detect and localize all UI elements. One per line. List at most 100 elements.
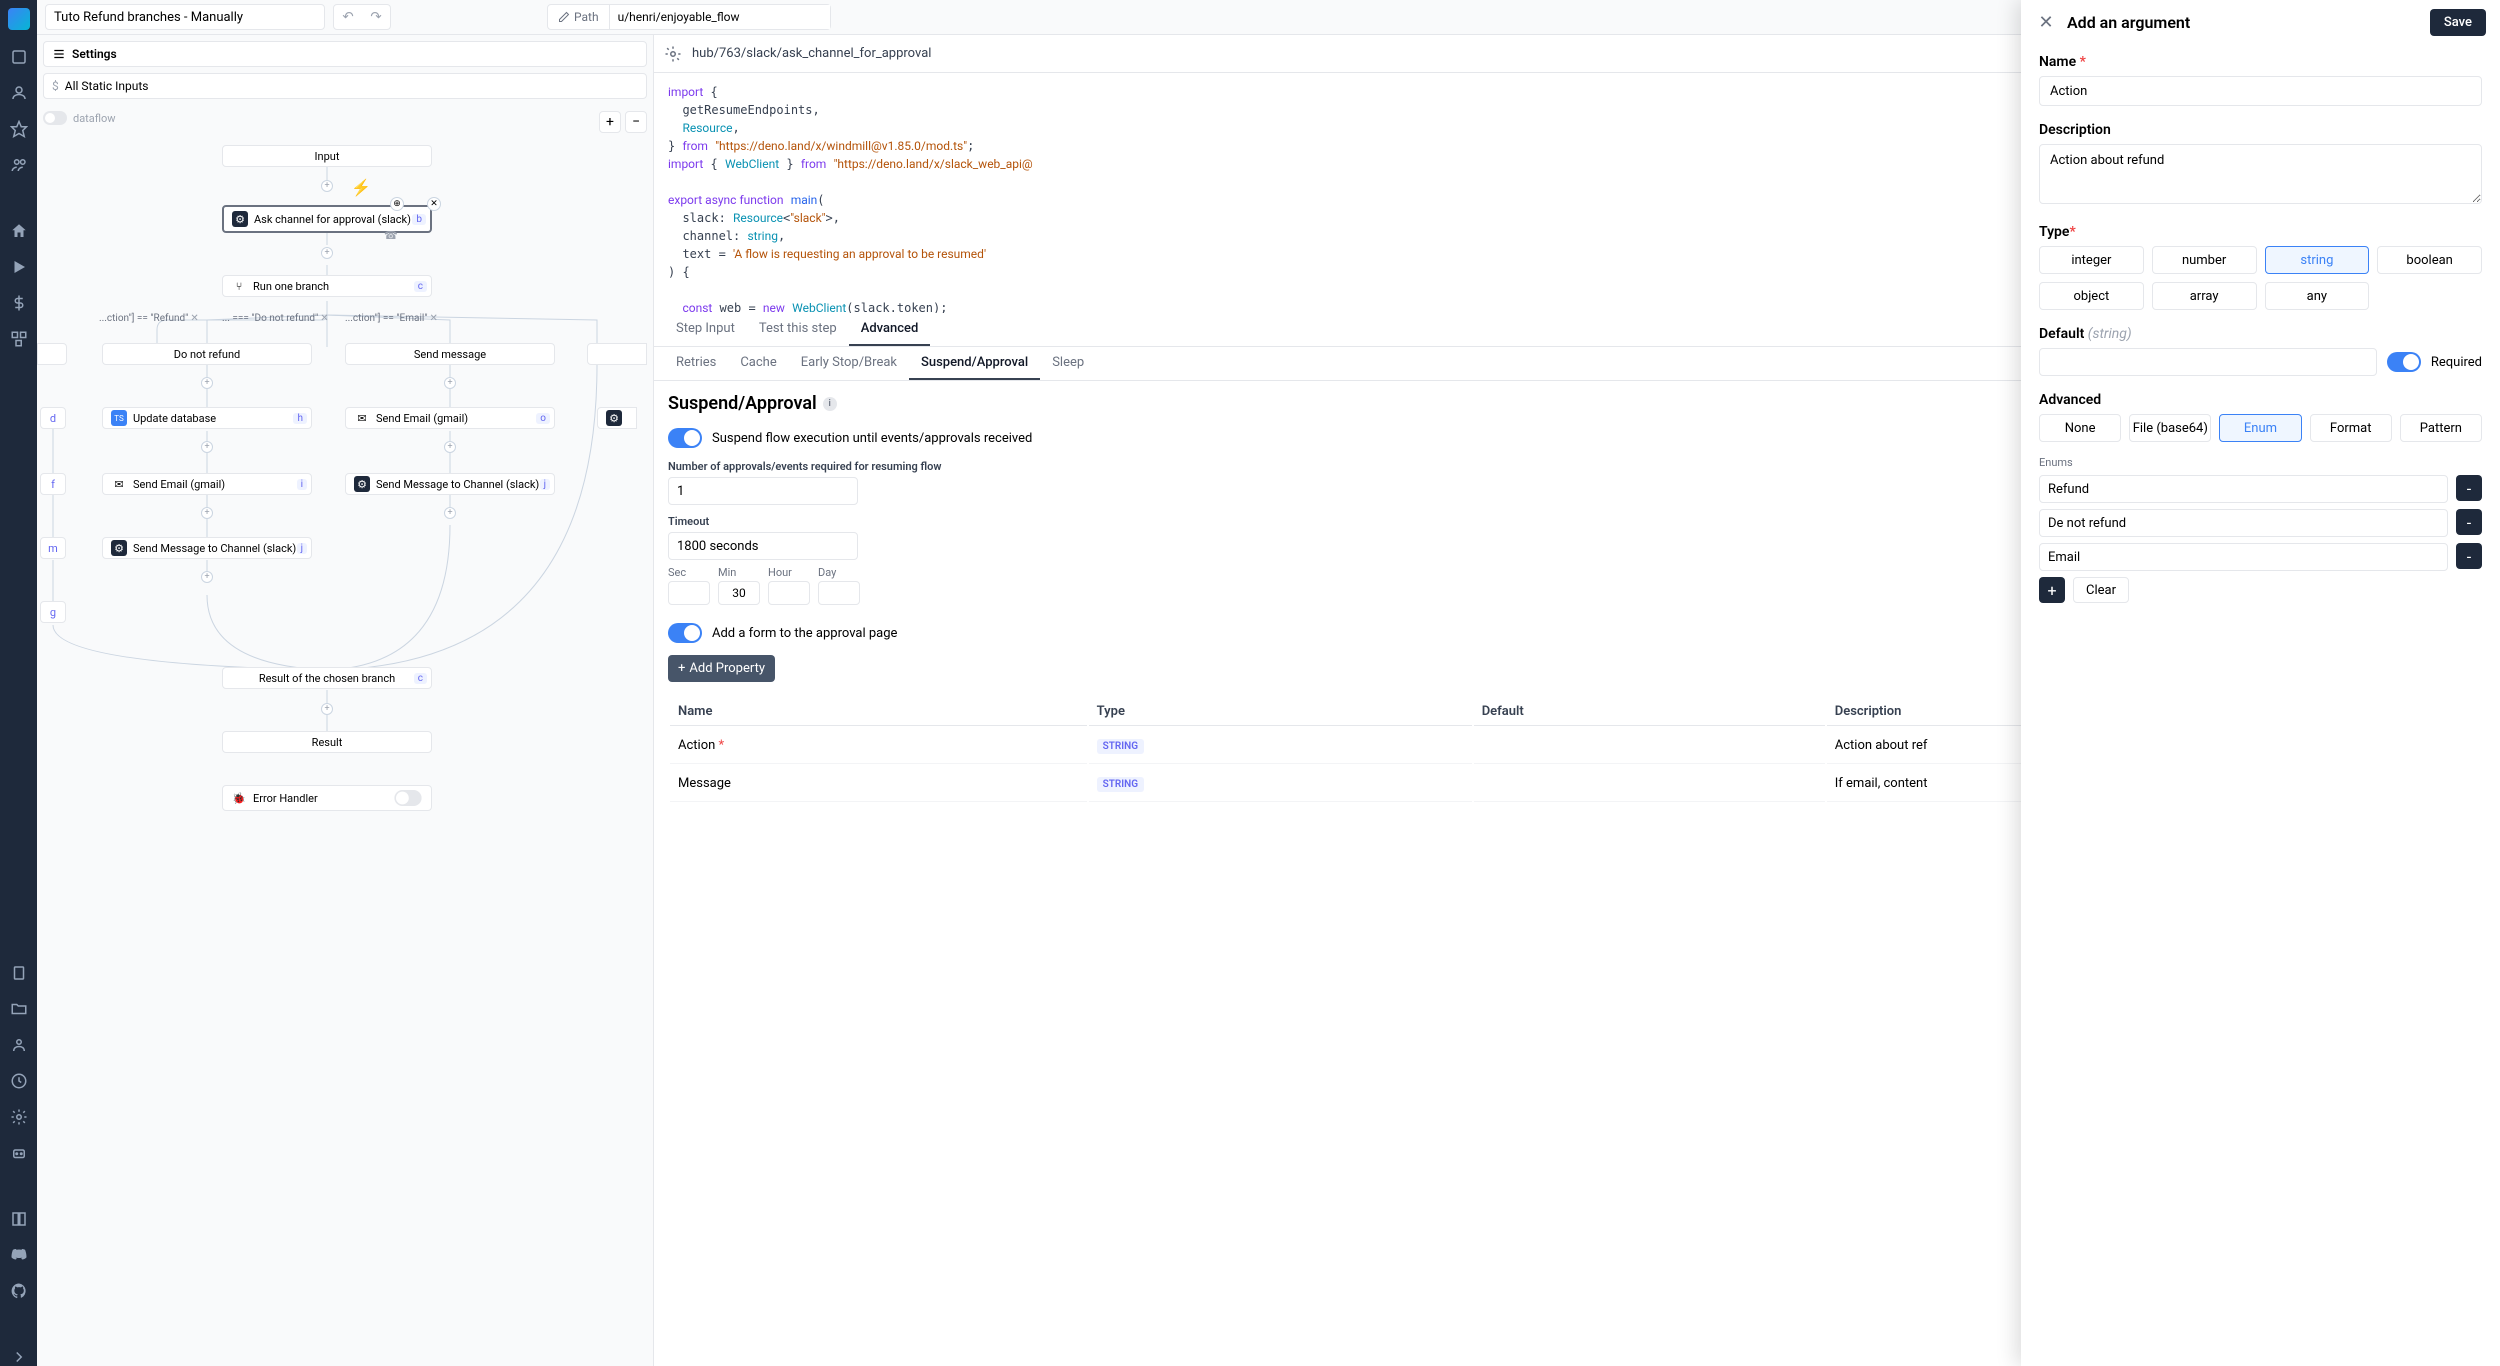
node-send-message[interactable]: Send message [345, 343, 555, 365]
adv-enum-button[interactable]: Enum [2219, 414, 2301, 442]
clipboard-icon[interactable] [10, 964, 28, 982]
undo-button[interactable]: ↶ [334, 5, 362, 29]
required-toggle[interactable] [2387, 352, 2421, 372]
branch-donotrefund-label[interactable]: ... === "Do not refund"✕ [222, 313, 329, 324]
enum-input-1[interactable] [2039, 475, 2448, 503]
expand-icon[interactable] [10, 1348, 28, 1366]
play-icon[interactable] [10, 258, 28, 276]
node-m[interactable]: m [40, 537, 66, 559]
home-outline-icon[interactable] [10, 48, 28, 66]
node-send-email-o[interactable]: ✉ Send Email (gmail) o [345, 407, 555, 429]
boxes-icon[interactable] [10, 330, 28, 348]
flow-title-input[interactable] [45, 4, 325, 30]
add-step-icon-5[interactable]: + [201, 441, 213, 453]
enum-input-3[interactable] [2039, 543, 2448, 571]
add-step-icon-7[interactable]: + [201, 507, 213, 519]
user-icon[interactable] [10, 84, 28, 102]
num-approvals-input[interactable] [668, 477, 858, 505]
star-icon[interactable] [10, 120, 28, 138]
type-integer-button[interactable]: integer [2039, 246, 2144, 274]
people-icon[interactable] [10, 1036, 28, 1054]
node-do-not-refund[interactable]: Do not refund [102, 343, 312, 365]
tab-test-step[interactable]: Test this step [747, 313, 849, 346]
tab-advanced[interactable]: Advanced [849, 313, 931, 346]
settings-header[interactable]: Settings [43, 41, 647, 67]
type-string-button[interactable]: string [2265, 246, 2370, 274]
adv-format-button[interactable]: Format [2310, 414, 2392, 442]
type-any-button[interactable]: any [2265, 282, 2370, 310]
info-icon[interactable]: i [823, 397, 837, 411]
adv-file-button[interactable]: File (base64) [2129, 414, 2211, 442]
path-button[interactable]: Path [548, 5, 610, 29]
min-input[interactable] [718, 581, 760, 605]
settings-icon[interactable] [10, 1108, 28, 1126]
subtab-cache[interactable]: Cache [728, 347, 788, 380]
node-branch-right-stub[interactable] [587, 343, 647, 365]
day-input[interactable] [818, 581, 860, 605]
form-toggle[interactable] [668, 623, 702, 643]
error-handler-toggle[interactable] [394, 790, 421, 806]
hour-input[interactable] [768, 581, 810, 605]
logo-icon[interactable] [8, 8, 30, 30]
adv-pattern-button[interactable]: Pattern [2400, 414, 2482, 442]
node-gear-right[interactable]: ⚙ [597, 407, 637, 429]
users-icon[interactable] [10, 156, 28, 174]
description-input[interactable]: Action about refund [2039, 144, 2482, 204]
bot-icon[interactable] [10, 1144, 28, 1162]
timeout-input[interactable] [668, 532, 858, 560]
branch-refund-label[interactable]: ...ction"] == "Refund"✕ [99, 313, 199, 324]
node-result-branch[interactable]: Result of the chosen branch c [222, 667, 432, 689]
type-number-button[interactable]: number [2152, 246, 2257, 274]
subtab-retries[interactable]: Retries [664, 347, 728, 380]
enum-remove-button[interactable]: - [2456, 475, 2482, 501]
suspend-toggle[interactable] [668, 428, 702, 448]
add-property-button[interactable]: + Add Property [668, 655, 775, 682]
enum-clear-button[interactable]: Clear [2073, 577, 2129, 603]
default-input[interactable] [2039, 348, 2377, 376]
node-input[interactable]: Input [222, 145, 432, 167]
path-input[interactable] [610, 5, 830, 29]
add-step-icon-4[interactable]: + [444, 377, 456, 389]
name-input[interactable] [2039, 76, 2482, 106]
close-icon[interactable]: ✕ [320, 313, 328, 324]
static-inputs-header[interactable]: $ All Static Inputs [43, 73, 647, 99]
node-run-one-branch[interactable]: ⑂ Run one branch c [222, 275, 432, 297]
add-step-icon-3[interactable]: + [201, 377, 213, 389]
discord-icon[interactable] [10, 1246, 28, 1264]
node-result[interactable]: Result [222, 731, 432, 753]
node-d[interactable]: d [40, 407, 66, 429]
subtab-early[interactable]: Early Stop/Break [789, 347, 909, 380]
branch-email-label[interactable]: ...ction"] == "Email"✕ [345, 313, 438, 324]
zoom-in-button[interactable]: + [599, 111, 621, 133]
close-panel-button[interactable]: ✕ [2035, 11, 2057, 33]
github-icon[interactable] [10, 1282, 28, 1300]
flow-canvas[interactable]: dataflow + − [37, 105, 653, 1366]
redo-button[interactable]: ↷ [362, 5, 390, 29]
dollar-icon[interactable] [10, 294, 28, 312]
type-object-button[interactable]: object [2039, 282, 2144, 310]
close-icon[interactable]: ✕ [430, 313, 438, 324]
type-boolean-button[interactable]: boolean [2377, 246, 2482, 274]
node-error-handler[interactable]: 🐞 Error Handler [222, 785, 432, 811]
clock-icon[interactable] [10, 1072, 28, 1090]
node-send-slack-j[interactable]: ⚙ Send Message to Channel (slack) j [345, 473, 555, 495]
enum-input-2[interactable] [2039, 509, 2448, 537]
node-send-email-i[interactable]: ✉ Send Email (gmail) i [102, 473, 312, 495]
type-array-button[interactable]: array [2152, 282, 2257, 310]
save-button[interactable]: Save [2430, 9, 2486, 36]
enum-remove-button[interactable]: - [2456, 543, 2482, 569]
sec-input[interactable] [668, 581, 710, 605]
home-icon[interactable] [10, 222, 28, 240]
zoom-out-button[interactable]: − [625, 111, 647, 133]
node-g[interactable]: g [40, 601, 66, 623]
enum-remove-button[interactable]: - [2456, 509, 2482, 535]
move-icon[interactable]: ⊕ [390, 197, 404, 211]
adv-none-button[interactable]: None [2039, 414, 2121, 442]
subtab-suspend[interactable]: Suspend/Approval [909, 347, 1040, 380]
toggle-pill[interactable] [43, 111, 67, 125]
node-f[interactable]: f [40, 473, 66, 495]
dataflow-toggle[interactable]: dataflow [43, 111, 116, 125]
add-step-icon-9[interactable]: + [201, 571, 213, 583]
node-send-slack-j2[interactable]: ⚙ Send Message to Channel (slack) j [102, 537, 312, 559]
add-step-icon[interactable]: + [321, 180, 333, 192]
